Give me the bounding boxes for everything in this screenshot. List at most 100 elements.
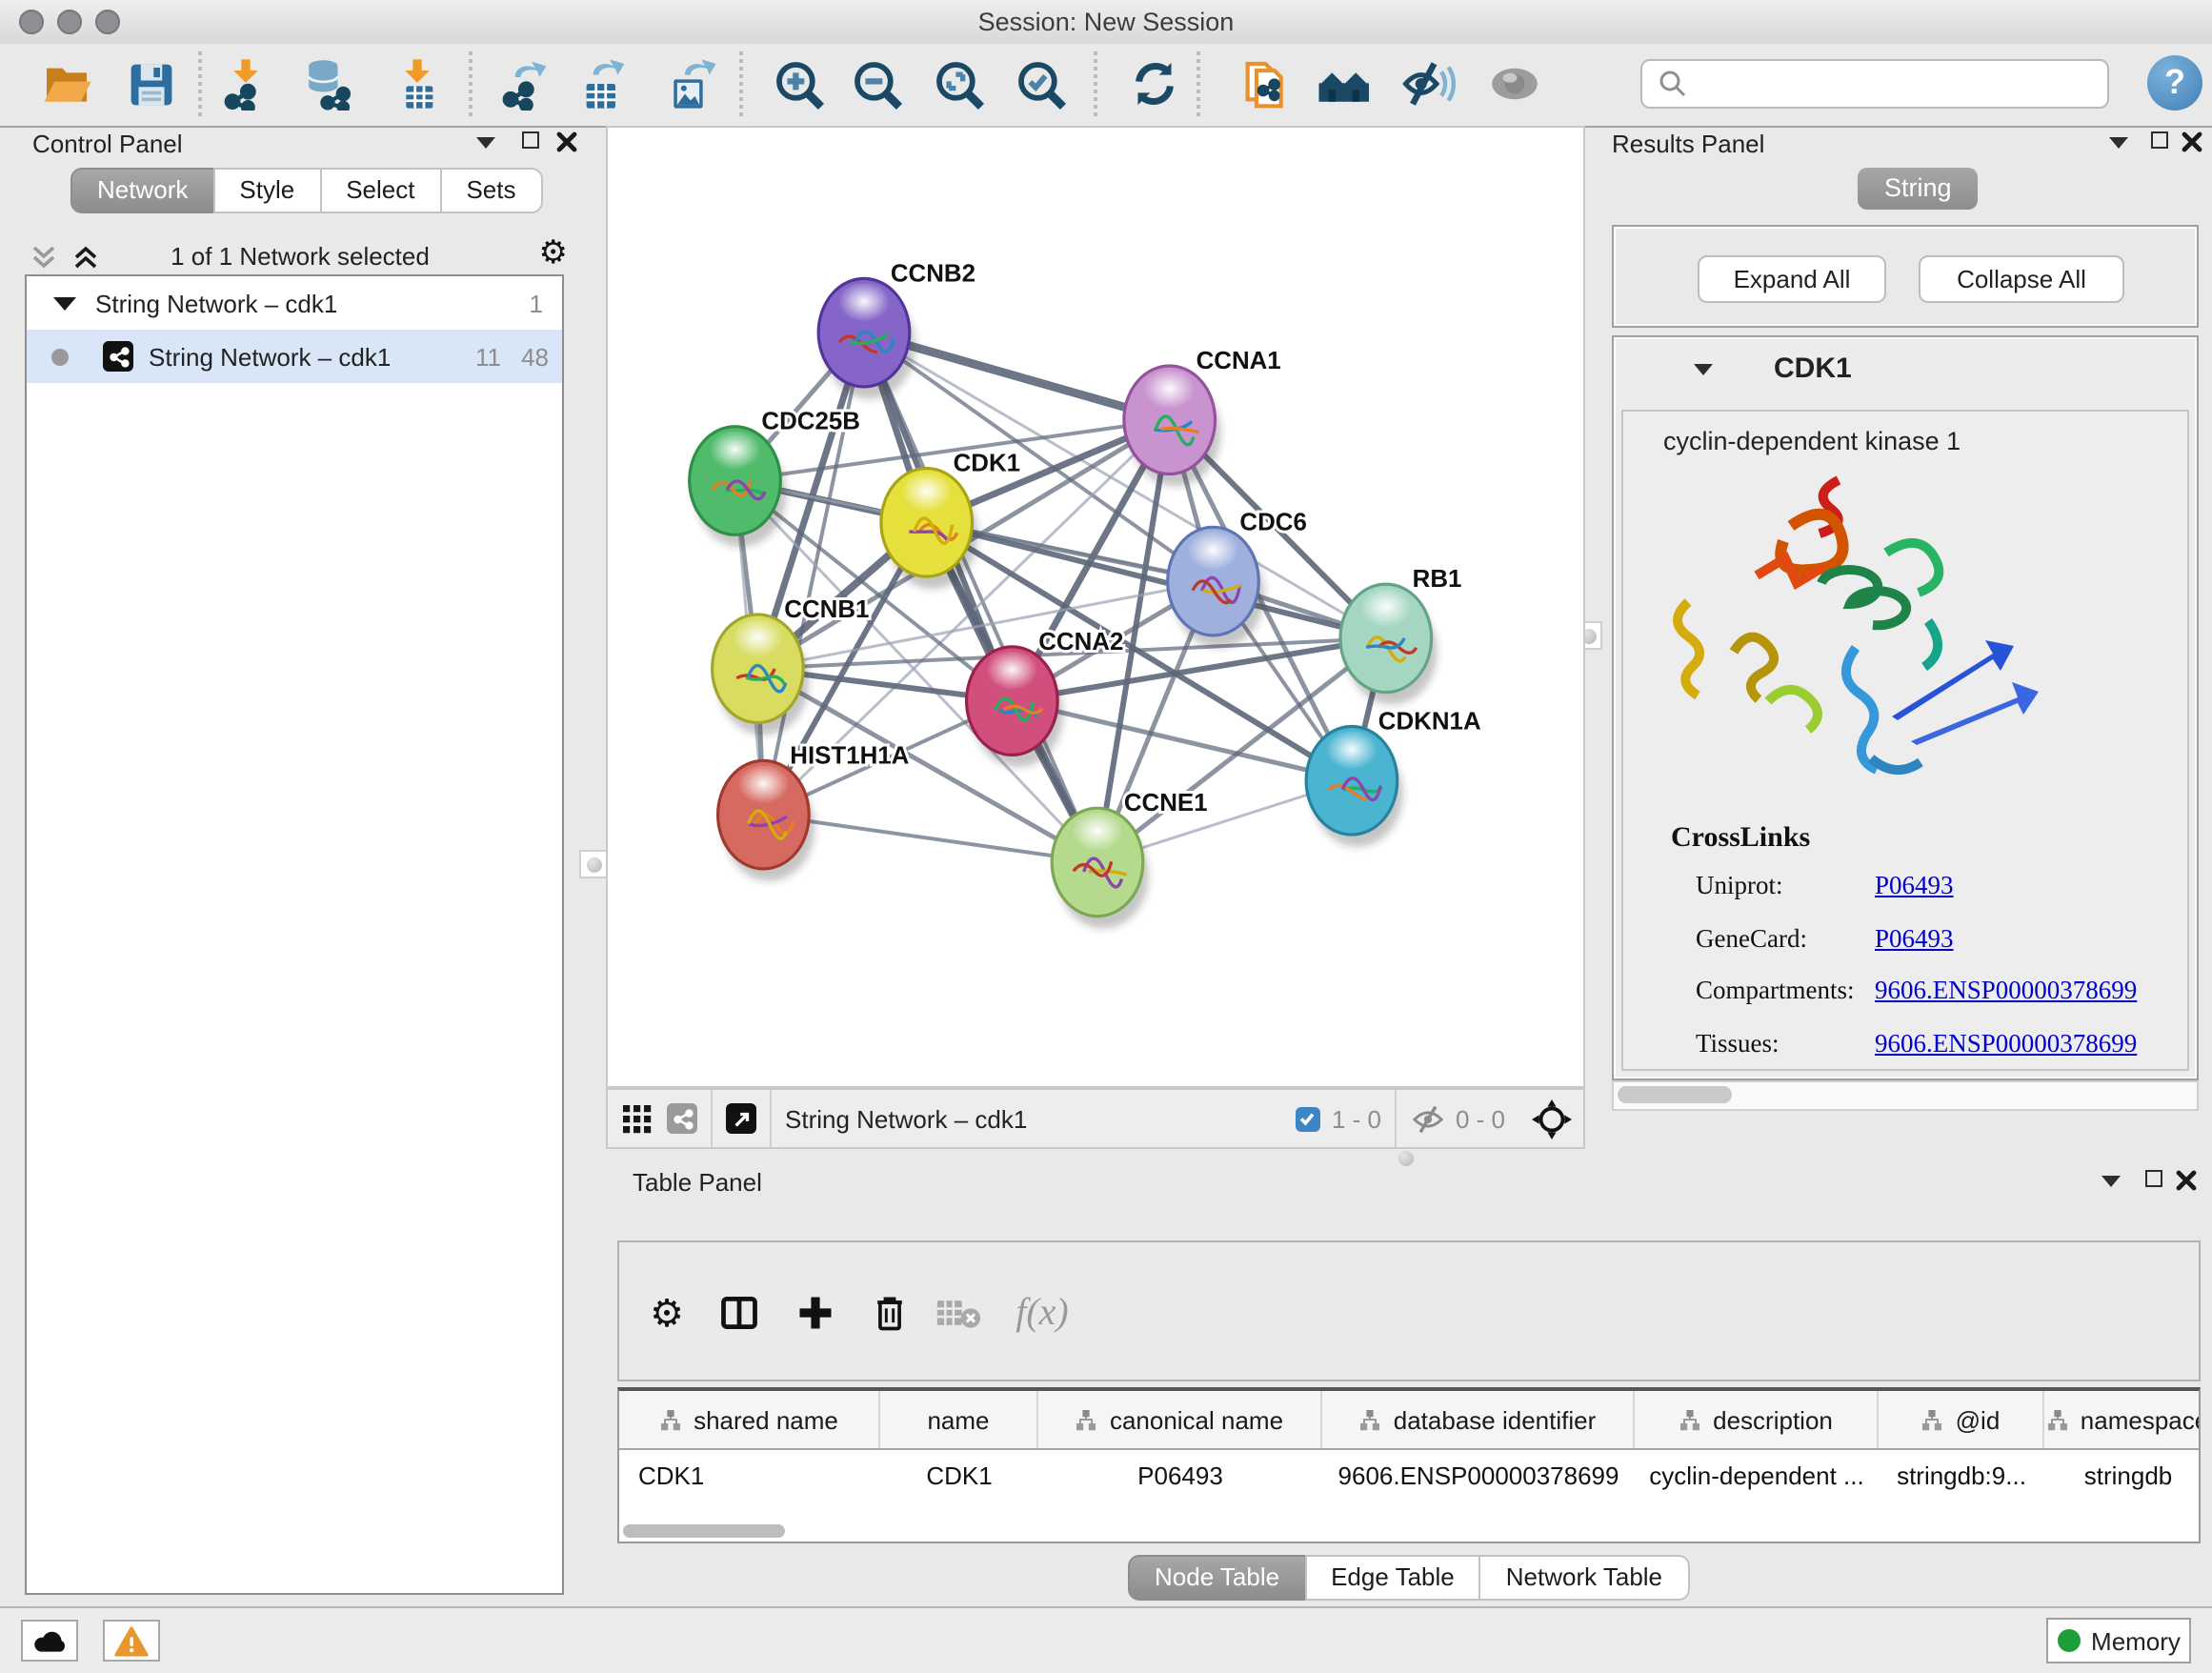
export-table-button[interactable] (570, 51, 634, 116)
panel-close-icon[interactable] (2182, 131, 2202, 152)
network-row-selected[interactable]: String Network – cdk1 11 48 (27, 330, 562, 383)
memory-button[interactable]: Memory (2046, 1618, 2191, 1663)
node-CDKN1A[interactable]: CDKN1A (1306, 708, 1481, 847)
tab-network[interactable]: Network (70, 168, 214, 213)
network-collection-row[interactable]: String Network – cdk1 1 (27, 276, 562, 330)
panel-float-icon[interactable] (2151, 131, 2168, 149)
column-header-description[interactable]: description (1635, 1391, 1879, 1448)
results-scrollbar[interactable] (1612, 1080, 2199, 1111)
table-scrollbar-thumb[interactable] (623, 1524, 785, 1538)
import-network-button[interactable] (213, 51, 278, 116)
tab-sets[interactable]: Sets (439, 168, 542, 213)
hidden-eye-icon[interactable] (1410, 1104, 1446, 1133)
collection-caret-icon[interactable] (53, 296, 76, 310)
panel-menu-icon[interactable] (2101, 1176, 2121, 1187)
node-RB1[interactable]: RB1 (1340, 566, 1461, 705)
column-header-shared-name[interactable]: shared name (619, 1391, 880, 1448)
function-builder-icon[interactable]: f(x) (1000, 1284, 1084, 1341)
column-header-database-identifier[interactable]: database identifier (1322, 1391, 1635, 1448)
crosslink-link[interactable]: 9606.ENSP00000378699 (1875, 1028, 2137, 1058)
tab-network-table[interactable]: Network Table (1479, 1555, 1689, 1601)
edge-CCNB2-CCNE1[interactable] (864, 333, 1097, 862)
memory-label: Memory (2091, 1626, 2181, 1655)
table-settings-gear-icon[interactable]: ⚙ (638, 1284, 695, 1341)
crosslink-row: Tissues:9606.ENSP00000378699 (1696, 1028, 2172, 1058)
update-button[interactable] (1122, 51, 1187, 116)
warning-button[interactable] (103, 1620, 160, 1662)
network-snapshot-button[interactable] (1231, 51, 1296, 116)
column-header-canonical-name[interactable]: canonical name (1038, 1391, 1322, 1448)
title-bar: Session: New Session (0, 0, 2212, 46)
column-header--id[interactable]: @id (1879, 1391, 2044, 1448)
panel-menu-icon[interactable] (2109, 137, 2128, 149)
zoom-out-button[interactable] (844, 51, 909, 116)
node-label-CDKN1A: CDKN1A (1378, 708, 1481, 735)
crosslink-link[interactable]: P06493 (1875, 871, 1954, 901)
network-graph: CCNB2CCNA1CDC25BCDK1CDC6RB1CCNB1CCNA2CDK… (608, 128, 1583, 1086)
create-column-icon[interactable] (787, 1284, 844, 1341)
grid-view-icon[interactable] (623, 1104, 652, 1133)
expand-all-button[interactable]: Expand All (1698, 255, 1886, 303)
panel-menu-icon[interactable] (476, 137, 495, 149)
birdseye-view-icon[interactable] (1532, 1099, 1572, 1139)
home-button[interactable] (1313, 51, 1377, 116)
tab-select[interactable]: Select (319, 168, 441, 213)
tab-edge-table[interactable]: Edge Table (1304, 1555, 1481, 1601)
table-header-row: shared namename canonical name database id… (619, 1391, 2199, 1450)
node-HIST1H1A[interactable]: HIST1H1A (718, 742, 910, 881)
open-session-button[interactable] (34, 51, 99, 116)
string-view-icon[interactable] (667, 1103, 697, 1134)
toolbar-separator (469, 51, 473, 116)
tab-string[interactable]: String (1858, 168, 1979, 210)
zoom-fit-button[interactable] (926, 51, 991, 116)
tab-style[interactable]: Style (212, 168, 321, 213)
search-input[interactable] (1696, 63, 2107, 105)
save-session-button[interactable] (118, 51, 183, 116)
delete-table-icon[interactable] (930, 1284, 987, 1341)
zoom-out-icon (849, 56, 904, 111)
zoom-in-button[interactable] (766, 51, 831, 116)
panel-float-icon[interactable] (522, 131, 539, 149)
selected-checkbox[interactable] (1296, 1106, 1320, 1131)
panel-close-icon[interactable] (2176, 1170, 2197, 1191)
cytoscape-window: Session: New Session (0, 0, 2212, 1671)
help-button[interactable]: ? (2147, 55, 2202, 111)
preview-button[interactable] (1482, 51, 1547, 116)
node-CCNB2[interactable]: CCNB2 (818, 260, 975, 399)
column-label: canonical name (1110, 1405, 1283, 1434)
show-hide-button[interactable] (1395, 51, 1459, 116)
export-image-button[interactable] (659, 51, 724, 116)
delete-column-icon[interactable] (861, 1284, 918, 1341)
export-network-button[interactable] (492, 51, 556, 116)
panel-close-icon[interactable] (556, 131, 577, 152)
panel-float-icon[interactable] (2145, 1170, 2162, 1187)
gear-icon[interactable]: ⚙ (539, 234, 569, 272)
column-header-name[interactable]: name (880, 1391, 1038, 1448)
collapse-all-button[interactable]: Collapse All (1919, 255, 2124, 303)
gene-collapse-icon[interactable] (1694, 364, 1713, 375)
left-splitter-handle[interactable] (579, 850, 608, 878)
crosslink-link[interactable]: 9606.ENSP00000378699 (1875, 976, 2137, 1006)
collection-count: 1 (530, 289, 543, 317)
crosslink-label: Compartments: (1696, 976, 1855, 1004)
node-CCNA1[interactable]: CCNA1 (1124, 348, 1281, 487)
tab-node-table[interactable]: Node Table (1128, 1555, 1306, 1601)
collection-label: String Network – cdk1 (95, 289, 337, 317)
table-row[interactable]: CDK1CDK1P064939606.ENSP00000378699cyclin… (619, 1450, 2199, 1500)
import-network-from-database-button[interactable] (295, 51, 360, 116)
zoom-selected-button[interactable] (1008, 51, 1073, 116)
detach-view-icon[interactable] (726, 1103, 756, 1134)
cloud-button[interactable] (21, 1620, 78, 1662)
warning-icon (114, 1624, 149, 1657)
cloud-icon (30, 1625, 69, 1656)
import-table-button[interactable] (385, 51, 450, 116)
show-columns-icon[interactable] (711, 1284, 768, 1341)
column-header-namespace[interactable]: namespace (2044, 1391, 2201, 1448)
crosslink-row: GeneCard:P06493 (1696, 923, 2172, 954)
column-label: database identifier (1394, 1405, 1597, 1434)
string-app-icon (103, 341, 133, 372)
crosslink-link[interactable]: P06493 (1875, 923, 1954, 954)
network-canvas[interactable]: CCNB2CCNA1CDC25BCDK1CDC6RB1CCNB1CCNA2CDK… (606, 126, 1585, 1088)
network-view-toolbar: String Network – cdk1 1 - 0 0 - 0 (606, 1088, 1585, 1149)
zoom-selected-icon (1013, 56, 1068, 111)
